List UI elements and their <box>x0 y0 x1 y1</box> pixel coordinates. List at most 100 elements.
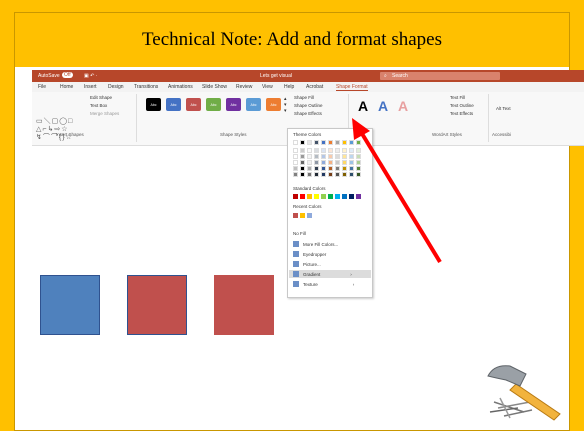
theme-color-swatch[interactable] <box>328 166 333 171</box>
theme-color-swatch[interactable] <box>342 160 347 165</box>
eyedropper-option[interactable]: Eyedropper <box>293 251 326 257</box>
theme-color-swatch[interactable] <box>314 148 319 153</box>
tab-insert[interactable]: Insert <box>84 84 97 90</box>
theme-color-swatch[interactable] <box>356 160 361 165</box>
theme-color-swatch[interactable] <box>356 154 361 159</box>
text-fill-button[interactable]: Text Fill <box>450 95 465 100</box>
red-square-outlined[interactable] <box>127 275 187 335</box>
theme-color-swatch[interactable] <box>335 160 340 165</box>
theme-color-swatch[interactable] <box>314 140 319 145</box>
tab-help[interactable]: Help <box>284 84 294 90</box>
no-fill-option[interactable]: No Fill <box>293 231 306 236</box>
style-swatch-purple[interactable]: Abc <box>226 98 241 111</box>
red-square[interactable] <box>214 275 274 335</box>
standard-color-swatch[interactable] <box>314 194 319 199</box>
more-fill-colors-option[interactable]: More Fill Colors... <box>293 241 338 247</box>
tab-shape-format[interactable]: Shape Format <box>336 84 368 91</box>
autosave-toggle[interactable]: Off <box>62 72 73 78</box>
theme-color-swatch[interactable] <box>356 172 361 177</box>
theme-color-swatch[interactable] <box>349 172 354 177</box>
theme-color-swatch[interactable] <box>293 140 298 145</box>
theme-color-swatch[interactable] <box>300 160 305 165</box>
theme-color-swatch[interactable] <box>328 160 333 165</box>
standard-color-swatch[interactable] <box>342 194 347 199</box>
theme-color-swatch[interactable] <box>349 148 354 153</box>
theme-color-swatch[interactable] <box>293 172 298 177</box>
theme-color-swatch[interactable] <box>293 160 298 165</box>
tab-file[interactable]: File <box>38 84 46 90</box>
theme-color-swatch[interactable] <box>314 160 319 165</box>
picture-option[interactable]: Picture... <box>293 261 321 267</box>
theme-color-swatch[interactable] <box>307 154 312 159</box>
theme-color-swatch[interactable] <box>321 166 326 171</box>
theme-color-swatch[interactable] <box>321 140 326 145</box>
theme-color-swatch[interactable] <box>307 172 312 177</box>
theme-color-swatch[interactable] <box>342 140 347 145</box>
theme-color-swatch[interactable] <box>342 172 347 177</box>
theme-color-swatch[interactable] <box>356 140 361 145</box>
gradient-option[interactable]: Gradient › <box>293 271 352 277</box>
edit-shape-button[interactable]: Edit Shape <box>90 95 112 100</box>
theme-color-swatch[interactable] <box>293 148 298 153</box>
theme-color-swatch[interactable] <box>314 154 319 159</box>
theme-color-swatch[interactable] <box>314 172 319 177</box>
theme-color-swatch[interactable] <box>356 166 361 171</box>
wordart-a-blue[interactable]: A <box>378 98 388 114</box>
alt-text-button[interactable]: Alt Text <box>496 106 516 111</box>
tab-acrobat[interactable]: Acrobat <box>306 84 323 90</box>
standard-color-swatch[interactable] <box>307 194 312 199</box>
theme-color-swatch[interactable] <box>349 154 354 159</box>
save-icon[interactable]: ▣ ↶ · <box>84 73 97 79</box>
theme-color-swatch[interactable] <box>335 154 340 159</box>
theme-color-swatch[interactable] <box>335 148 340 153</box>
theme-color-swatch[interactable] <box>300 166 305 171</box>
recent-color-swatch[interactable] <box>293 213 298 218</box>
gallery-scroll-arrows[interactable]: ▴ ▾ ▾ <box>284 96 287 114</box>
text-box-button[interactable]: Text Box <box>90 103 107 108</box>
theme-color-swatch[interactable] <box>356 148 361 153</box>
tab-home[interactable]: Home <box>60 84 73 90</box>
tab-transitions[interactable]: Transitions <box>134 84 158 90</box>
standard-color-swatch[interactable] <box>335 194 340 199</box>
theme-color-swatch[interactable] <box>300 148 305 153</box>
shape-fill-button[interactable]: Shape Fill <box>294 95 314 100</box>
style-swatch-orange[interactable]: Abc <box>266 98 281 111</box>
theme-color-swatch[interactable] <box>321 160 326 165</box>
theme-color-swatch[interactable] <box>293 154 298 159</box>
merge-shapes-button[interactable]: Merge Shapes <box>90 111 119 116</box>
theme-color-swatch[interactable] <box>349 140 354 145</box>
style-swatch-blue[interactable]: Abc <box>166 98 181 111</box>
recent-color-swatch[interactable] <box>300 213 305 218</box>
theme-color-swatch[interactable] <box>335 172 340 177</box>
theme-color-swatch[interactable] <box>342 148 347 153</box>
standard-color-swatch[interactable] <box>300 194 305 199</box>
theme-color-swatch[interactable] <box>321 148 326 153</box>
search-box[interactable]: ⌕ Search <box>380 72 500 80</box>
recent-color-swatch[interactable] <box>307 213 312 218</box>
text-outline-button[interactable]: Text Outline <box>450 103 474 108</box>
theme-color-swatch[interactable] <box>328 140 333 145</box>
theme-color-swatch[interactable] <box>300 172 305 177</box>
theme-color-swatch[interactable] <box>307 140 312 145</box>
theme-color-swatch[interactable] <box>307 148 312 153</box>
standard-color-swatch[interactable] <box>293 194 298 199</box>
theme-color-swatch[interactable] <box>293 166 298 171</box>
theme-color-swatch[interactable] <box>307 160 312 165</box>
style-swatch-black[interactable]: Abc <box>146 98 161 111</box>
texture-option[interactable]: Texture › <box>293 281 354 287</box>
theme-color-swatch[interactable] <box>321 172 326 177</box>
theme-color-swatch[interactable] <box>342 154 347 159</box>
tab-design[interactable]: Design <box>108 84 124 90</box>
theme-color-swatch[interactable] <box>342 166 347 171</box>
shape-outline-button[interactable]: Shape Outline <box>294 103 323 108</box>
style-swatch-lightblue[interactable]: Abc <box>246 98 261 111</box>
style-swatch-green[interactable]: Abc <box>206 98 221 111</box>
theme-color-swatch[interactable] <box>307 166 312 171</box>
theme-color-swatch[interactable] <box>314 166 319 171</box>
theme-color-swatch[interactable] <box>335 140 340 145</box>
theme-color-swatch[interactable] <box>321 154 326 159</box>
standard-color-swatch[interactable] <box>328 194 333 199</box>
theme-color-swatch[interactable] <box>349 160 354 165</box>
wordart-a-pink[interactable]: A <box>398 98 408 114</box>
blue-square[interactable] <box>40 275 100 335</box>
